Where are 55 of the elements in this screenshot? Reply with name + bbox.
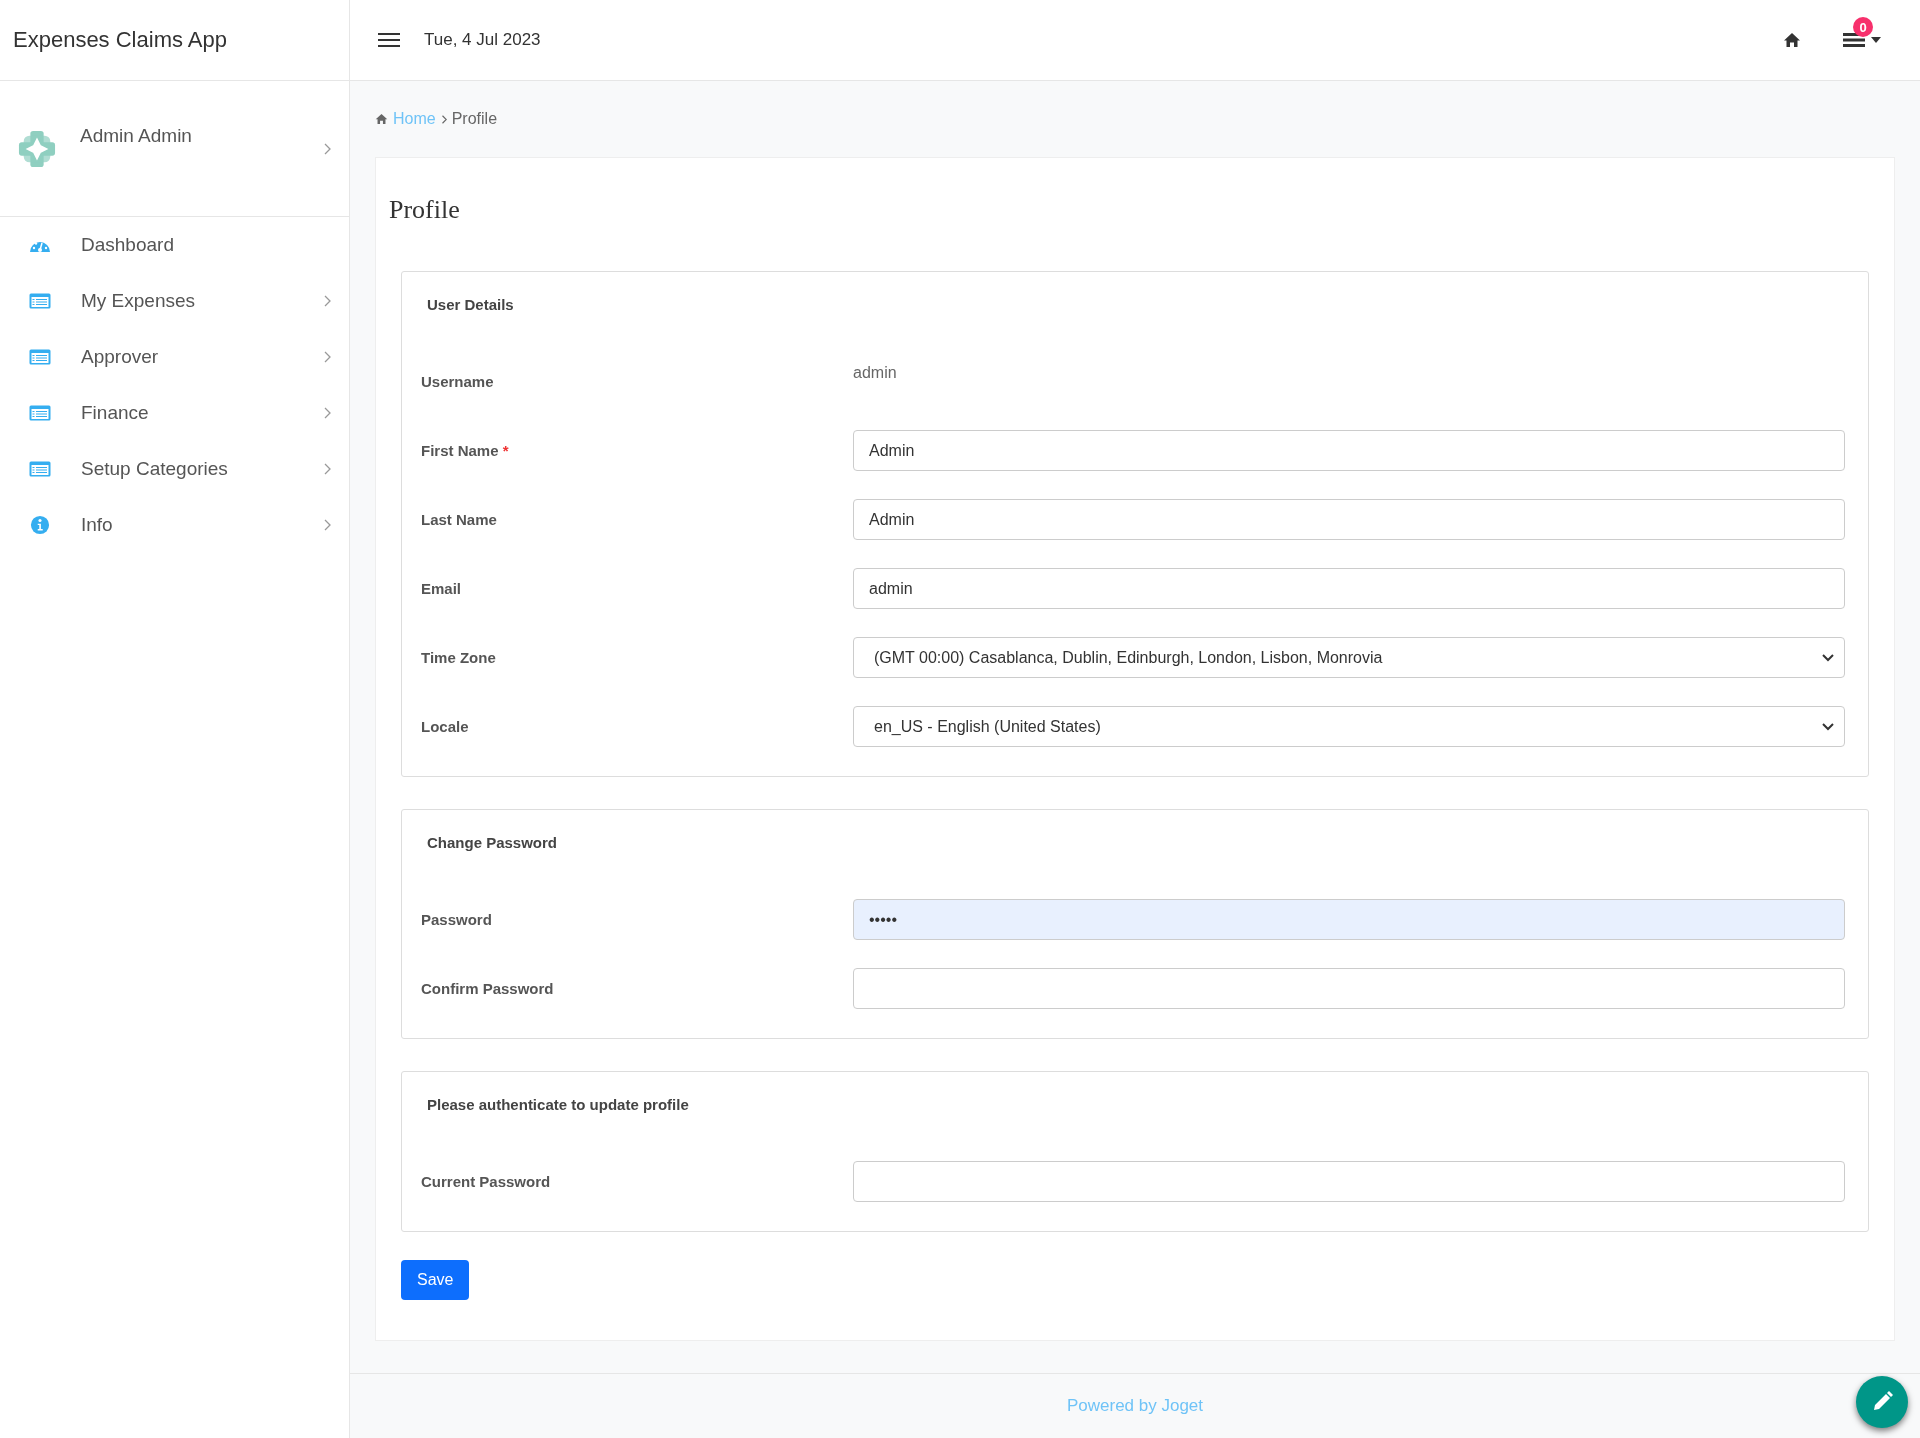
chevron-right-icon — [323, 407, 331, 419]
section-title: Change Password — [427, 834, 559, 851]
list-icon — [29, 293, 51, 309]
field-label: Time Zone — [421, 649, 497, 666]
save-button[interactable]: Save — [401, 1260, 470, 1300]
chevron-right-icon — [323, 463, 331, 475]
input-field[interactable]: Admin — [853, 430, 1845, 471]
page-title: Profile — [389, 195, 461, 225]
info-icon — [29, 515, 51, 535]
field-label: Password — [421, 911, 493, 928]
sidebar-item[interactable]: Finance — [0, 385, 349, 441]
date-text: Tue, 4 Jul 2023 — [424, 30, 541, 50]
field-label: First Name * — [421, 442, 510, 459]
field-label: Username — [421, 373, 495, 390]
password-field[interactable] — [853, 968, 1845, 1009]
section-title: User Details — [427, 296, 515, 313]
sidebar-item[interactable]: Setup Categories — [0, 441, 349, 497]
notification-count: 0 — [1853, 17, 1873, 37]
password-field[interactable]: ••••• — [853, 899, 1845, 940]
sidebar-item[interactable]: My Expenses — [0, 273, 349, 329]
sidebar-item[interactable]: Approver — [0, 329, 349, 385]
password-field[interactable] — [853, 1161, 1845, 1202]
list-icon — [29, 461, 51, 477]
chevron-right-icon — [323, 519, 331, 531]
chevron-right-icon — [323, 351, 331, 363]
home-icon — [375, 113, 388, 125]
list-icon — [29, 349, 51, 365]
input-field[interactable]: Admin — [853, 499, 1845, 540]
chevron-right-icon — [440, 114, 447, 124]
task-list-icon[interactable] — [1843, 31, 1865, 49]
chevron-down-icon — [1822, 653, 1834, 662]
input-field[interactable]: admin — [853, 568, 1845, 609]
sidebar-item[interactable]: Dashboard — [0, 217, 349, 273]
field-value: admin — [853, 363, 897, 382]
menu-icon[interactable] — [378, 32, 400, 48]
field-label: Current Password — [421, 1173, 552, 1190]
field-label: Email — [421, 580, 463, 597]
edit-button[interactable] — [1856, 1376, 1908, 1428]
caret-down-icon[interactable] — [1871, 37, 1881, 43]
chevron-right-icon — [323, 295, 331, 307]
chevron-down-icon — [1822, 722, 1834, 731]
section-title: Please authenticate to update profile — [427, 1096, 690, 1113]
sidebar-item[interactable]: Info — [0, 497, 349, 553]
chevron-right-icon[interactable] — [323, 142, 331, 155]
field-label: Locale — [421, 718, 470, 735]
user-name[interactable]: Admin Admin — [80, 124, 299, 147]
select-dropdown[interactable]: (GMT 00:00) Casablanca, Dublin, Edinburgh, London, Lisbon, Monrovia — [853, 637, 1845, 678]
home-icon[interactable] — [1783, 32, 1801, 48]
avatar-icon — [18, 129, 56, 168]
breadcrumb-current: Profile — [451, 110, 498, 128]
field-label: Confirm Password — [421, 980, 555, 997]
list-icon — [29, 405, 51, 421]
field-label: Last Name — [421, 511, 498, 528]
app-title[interactable]: Expenses Claims App — [13, 27, 227, 53]
select-dropdown[interactable]: en_US - English (United States) — [853, 706, 1845, 747]
